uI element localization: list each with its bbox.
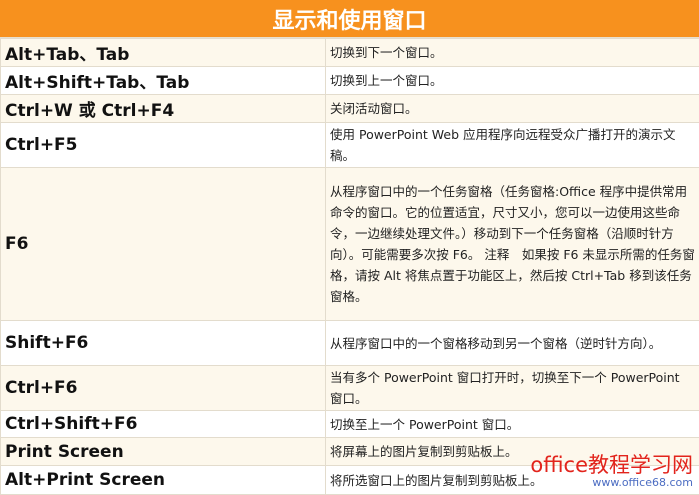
table-row: F6 从程序窗口中的一个任务窗格（任务窗格:Office 程序中提供常用命令的窗… xyxy=(1,168,699,321)
table-row: Shift+F6 从程序窗口中的一个窗格移动到另一个窗格（逆时针方向）。 xyxy=(1,321,699,366)
shortcut-key: Alt+Shift+Tab、Tab xyxy=(1,67,326,95)
table-row: Ctrl+F5 使用 PowerPoint Web 应用程序向远程受众广播打开的… xyxy=(1,123,699,168)
shortcut-key: Ctrl+W 或 Ctrl+F4 xyxy=(1,95,326,123)
shortcut-description: 关闭活动窗口。 xyxy=(326,95,699,123)
shortcut-description: 从程序窗口中的一个任务窗格（任务窗格:Office 程序中提供常用命令的窗口。它… xyxy=(326,168,699,321)
shortcut-key: F6 xyxy=(1,168,326,321)
shortcut-key: Ctrl+F5 xyxy=(1,123,326,168)
shortcut-description: 使用 PowerPoint Web 应用程序向远程受众广播打开的演示文稿。 xyxy=(326,123,699,168)
shortcut-table: Alt+Tab、Tab 切换到下一个窗口。 Alt+Shift+Tab、Tab … xyxy=(0,38,699,495)
shortcut-key: Print Screen xyxy=(1,438,326,466)
shortcut-key: Shift+F6 xyxy=(1,321,326,366)
table-row: Print Screen 将屏幕上的图片复制到剪贴板上。 xyxy=(1,438,699,466)
shortcut-description: 当有多个 PowerPoint 窗口打开时，切换至下一个 PowerPoint … xyxy=(326,366,699,411)
table-row: Ctrl+Shift+F6 切换至上一个 PowerPoint 窗口。 xyxy=(1,411,699,438)
shortcut-description: 切换到下一个窗口。 xyxy=(326,39,699,67)
shortcut-description: 切换到上一个窗口。 xyxy=(326,67,699,95)
table-row: Alt+Shift+Tab、Tab 切换到上一个窗口。 xyxy=(1,67,699,95)
shortcut-key: Alt+Tab、Tab xyxy=(1,39,326,67)
table-row: Alt+Print Screen 将所选窗口上的图片复制到剪贴板上。 xyxy=(1,466,699,495)
shortcut-key: Alt+Print Screen xyxy=(1,466,326,495)
table-row: Ctrl+W 或 Ctrl+F4 关闭活动窗口。 xyxy=(1,95,699,123)
table-row: Alt+Tab、Tab 切换到下一个窗口。 xyxy=(1,39,699,67)
table-title: 显示和使用窗口 xyxy=(0,0,699,38)
shortcut-description: 从程序窗口中的一个窗格移动到另一个窗格（逆时针方向）。 xyxy=(326,321,699,366)
shortcut-description: 切换至上一个 PowerPoint 窗口。 xyxy=(326,411,699,438)
shortcut-description: 将所选窗口上的图片复制到剪贴板上。 xyxy=(326,466,699,495)
shortcut-key: Ctrl+Shift+F6 xyxy=(1,411,326,438)
table-row: Ctrl+F6 当有多个 PowerPoint 窗口打开时，切换至下一个 Pow… xyxy=(1,366,699,411)
shortcut-description: 将屏幕上的图片复制到剪贴板上。 xyxy=(326,438,699,466)
shortcut-key: Ctrl+F6 xyxy=(1,366,326,411)
